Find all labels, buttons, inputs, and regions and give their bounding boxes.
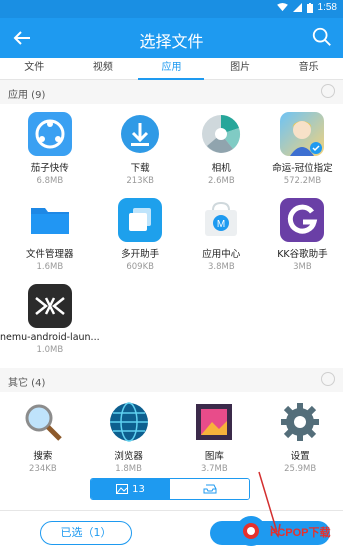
app-name: 多开助手: [121, 249, 160, 260]
app-name: 茄子快传: [30, 163, 69, 174]
multi-window-icon: [118, 198, 163, 242]
app-name: 下载: [130, 163, 150, 174]
nemu-logo-icon: [27, 284, 72, 328]
app-item[interactable]: 浏览器 1.8MB: [86, 398, 172, 484]
search-icon[interactable]: [311, 26, 333, 48]
tab-images[interactable]: 图片: [206, 58, 275, 79]
apps-grid: 茄子快传 6.8MB 下载 213KB 相机 2.6MB 命运-冠位指定 572…: [0, 104, 343, 368]
list-view-toggle[interactable]: [170, 479, 249, 499]
wifi-icon: [276, 3, 288, 12]
app-size: 6.8MB: [36, 176, 64, 186]
app-name: 搜索: [33, 451, 53, 462]
page-title: 选择文件: [139, 32, 204, 51]
app-item[interactable]: KK谷歌助手 3MB: [262, 196, 343, 282]
globe-icon: [106, 400, 151, 444]
share-icon: [27, 112, 72, 156]
app-name: nemu-android-laun...: [0, 332, 100, 343]
app-size: 572.2MB: [283, 176, 322, 186]
app-item[interactable]: M 应用中心 3.8MB: [181, 196, 262, 282]
app-name: 应用中心: [202, 249, 241, 260]
svg-text:M: M: [217, 219, 225, 230]
download-icon: [118, 112, 163, 156]
folder-icon: [27, 198, 72, 242]
watermark-text: PCPOP下载: [270, 527, 331, 539]
watermark: PCPOP下载: [232, 514, 340, 548]
app-size: 609KB: [126, 262, 154, 272]
app-name: 浏览器: [114, 451, 143, 462]
app-item[interactable]: 下载 213KB: [100, 110, 181, 196]
cell-signal-icon: [292, 3, 302, 12]
camera-aperture-icon: [199, 112, 244, 156]
battery-icon: [306, 2, 313, 13]
app-item[interactable]: 相机 2.6MB: [181, 110, 262, 196]
app-item[interactable]: 多开助手 609KB: [100, 196, 181, 282]
app-size: 1.0MB: [36, 345, 64, 355]
game-avatar-icon: [280, 112, 325, 156]
app-item[interactable]: 命运-冠位指定 572.2MB: [262, 110, 343, 196]
tab-music[interactable]: 音乐: [274, 58, 343, 79]
app-name: 图库: [204, 451, 224, 462]
app-name: KK谷歌助手: [277, 249, 328, 260]
magnifier-icon: [20, 400, 65, 444]
grid-view-toggle[interactable]: 13: [91, 479, 170, 499]
app-size: 213KB: [126, 176, 154, 186]
app-size: 3.8MB: [207, 262, 235, 272]
file-type-tabs: 文件 视频 应用 图片 音乐: [0, 58, 343, 80]
apps-section-label: 应用 (9): [8, 90, 46, 101]
app-name: 命运-冠位指定: [272, 163, 333, 174]
app-name: 文件管理器: [26, 249, 74, 260]
app-size: 3MB: [293, 262, 312, 272]
gallery-icon: [192, 400, 237, 444]
tray-icon: [203, 484, 216, 494]
app-item[interactable]: nemu-android-laun... 1.0MB: [0, 282, 100, 368]
app-item[interactable]: 文件管理器 1.6MB: [0, 196, 100, 282]
apps-section-header: 应用 (9): [0, 80, 343, 104]
app-name: 相机: [211, 163, 231, 174]
grid-view-count: 13: [132, 483, 145, 495]
image-icon: [116, 484, 129, 494]
tab-files[interactable]: 文件: [0, 58, 69, 79]
watermark-logo-icon: [236, 516, 266, 546]
app-item[interactable]: 茄子快传 6.8MB: [0, 110, 100, 196]
view-switch: 13: [90, 478, 250, 500]
others-grid: 搜索 234KB 浏览器 1.8MB 图库 3.7MB 设置 25.9MB: [0, 392, 343, 484]
others-section-header: 其它 (4): [0, 368, 343, 392]
status-time: 1:58: [317, 2, 337, 13]
app-item[interactable]: 图库 3.7MB: [172, 398, 258, 484]
google-helper-icon: [280, 198, 325, 242]
others-section-label: 其它 (4): [8, 378, 46, 389]
select-all-apps-checkbox[interactable]: [321, 84, 335, 98]
selected-count-button[interactable]: 已选（1）: [40, 521, 132, 545]
app-size: 1.6MB: [36, 262, 64, 272]
app-size: 1.8MB: [115, 464, 142, 474]
gear-icon: [278, 400, 323, 444]
select-all-others-checkbox[interactable]: [321, 372, 335, 386]
app-item[interactable]: 搜索 234KB: [0, 398, 86, 484]
tab-videos[interactable]: 视频: [69, 58, 138, 79]
tab-apps[interactable]: 应用: [137, 58, 206, 79]
app-name: 设置: [290, 451, 310, 462]
app-size: 3.7MB: [201, 464, 228, 474]
app-store-icon: M: [199, 198, 244, 242]
app-size: 2.6MB: [207, 176, 235, 186]
app-size: 234KB: [29, 464, 57, 474]
app-bar: 选择文件: [0, 18, 343, 58]
status-bar: 1:58: [0, 0, 343, 18]
